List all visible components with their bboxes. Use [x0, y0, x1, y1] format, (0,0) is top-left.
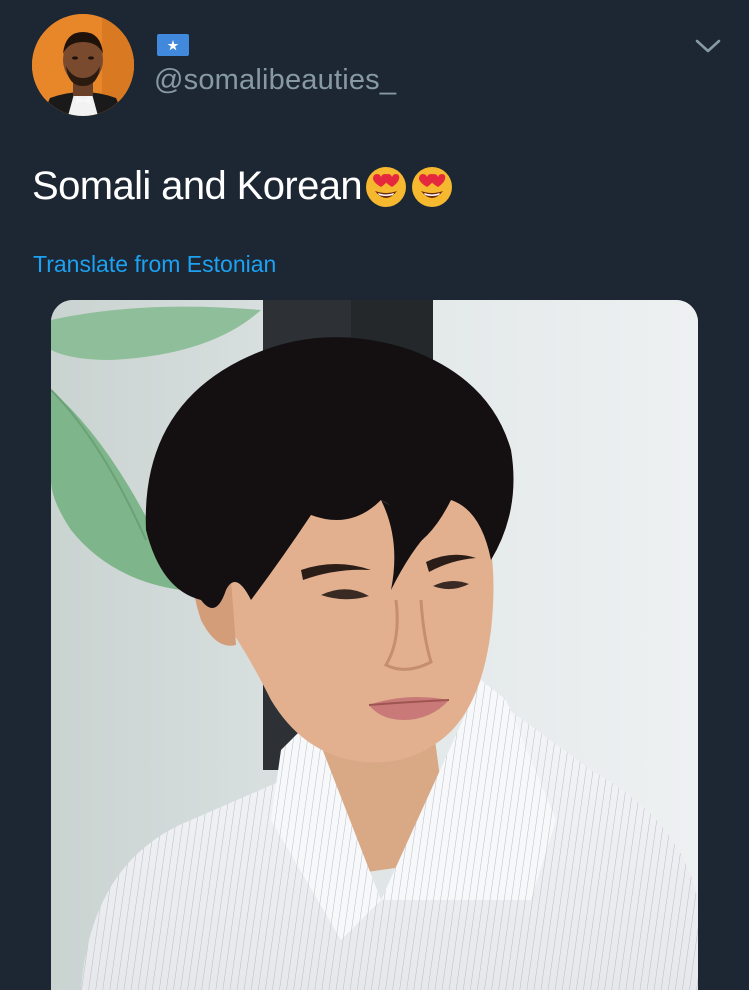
- tweet-text: Somali and Korean: [32, 164, 454, 209]
- avatar-image: [32, 14, 134, 116]
- heart-eyes-emoji-icon: [412, 166, 453, 207]
- chevron-down-icon[interactable]: [694, 36, 722, 56]
- translate-link[interactable]: Translate from Estonian: [33, 251, 276, 278]
- heart-eyes-emoji-icon: [366, 166, 407, 207]
- user-handle[interactable]: @somalibeauties_: [154, 64, 396, 97]
- tweet-media-image[interactable]: [51, 300, 698, 990]
- somalia-flag-icon: [157, 34, 189, 56]
- avatar[interactable]: [32, 14, 134, 116]
- photo-portrait: [51, 300, 698, 990]
- tweet-text-content: Somali and Korean: [32, 164, 363, 208]
- tweet-card: @somalibeauties_ Somali and Korean Trans…: [0, 0, 749, 990]
